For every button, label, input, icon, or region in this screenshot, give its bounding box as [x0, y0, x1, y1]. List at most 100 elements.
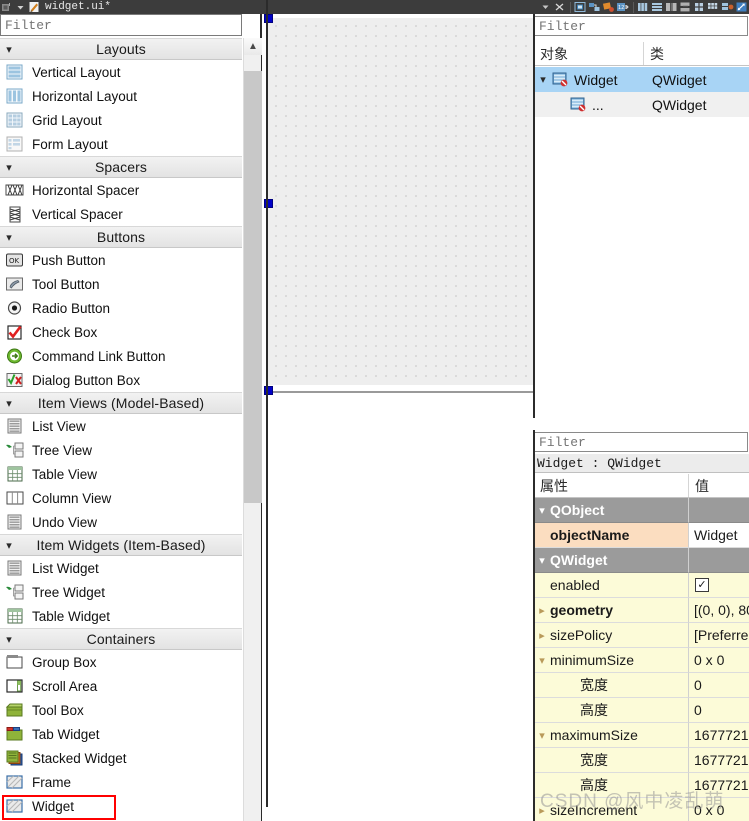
property-value-cell[interactable]: ✓ — [689, 573, 749, 598]
object-name: ... — [592, 96, 604, 113]
widget-box-item[interactable]: List Widget — [0, 556, 242, 580]
chevron-up-icon[interactable]: ▲ — [244, 38, 262, 55]
widget-box-category-header[interactable]: ▾ Item Views (Model-Based) — [0, 392, 242, 414]
property-row[interactable]: ▸ geometry [(0, 0), 80 — [534, 598, 749, 623]
chevron-down-icon[interactable]: ▾ — [534, 73, 552, 86]
widget-box-item[interactable]: Table View — [0, 462, 242, 486]
object-inspector-row[interactable]: ... QWidget — [534, 92, 749, 117]
widget-box-category-header[interactable]: ▾ Spacers — [0, 156, 242, 178]
property-row[interactable]: ▸ sizeIncrement 0 x 0 — [534, 798, 749, 821]
property-value-cell[interactable]: 0 — [689, 673, 749, 698]
chevron-down-icon[interactable]: ▾ — [0, 161, 18, 174]
object-inspector-filter-input[interactable] — [534, 16, 748, 36]
property-value-cell[interactable]: 0 x 0 — [689, 798, 749, 821]
enabled-checkbox[interactable]: ✓ — [695, 578, 709, 592]
widget-box-item[interactable]: Column View — [0, 486, 242, 510]
widget-box-item[interactable]: Group Box — [0, 650, 242, 674]
layout-splitter-h-icon[interactable] — [665, 1, 678, 13]
layout-form-icon[interactable] — [707, 1, 720, 13]
form-canvas-area[interactable] — [264, 14, 745, 821]
adjust-size-icon[interactable] — [735, 1, 748, 13]
property-row[interactable]: enabled ✓ — [534, 573, 749, 598]
property-row[interactable]: ▾ maximumSize 1677721 — [534, 723, 749, 748]
widget-box-item[interactable]: Widget — [0, 794, 242, 820]
property-row[interactable]: ▾ minimumSize 0 x 0 — [534, 648, 749, 673]
property-value-cell[interactable]: 1677721 — [689, 723, 749, 748]
property-value-cell[interactable]: Widget — [689, 523, 749, 548]
widget-box-item[interactable]: Tab Widget — [0, 722, 242, 746]
property-value-cell[interactable]: 0 x 0 — [689, 648, 749, 673]
dropdown-arrow-icon[interactable] — [14, 1, 27, 13]
property-row[interactable]: objectName Widget — [534, 523, 749, 548]
property-value-cell[interactable] — [689, 548, 749, 573]
chevron-right-icon[interactable]: ▸ — [534, 604, 550, 617]
property-row[interactable]: ▸ sizePolicy [Preferre — [534, 623, 749, 648]
chevron-down-icon[interactable]: ▾ — [534, 504, 550, 517]
layout-vertical-icon[interactable] — [651, 1, 664, 13]
break-layout-icon[interactable] — [721, 1, 734, 13]
widget-box-item[interactable]: Check Box — [0, 320, 242, 344]
widget-box-item[interactable]: Tree Widget — [0, 580, 242, 604]
chevron-down-icon[interactable]: ▾ — [534, 654, 550, 667]
property-editor-filter-input[interactable] — [534, 432, 748, 452]
property-value-cell[interactable]: 0 — [689, 698, 749, 723]
edit-signals-icon[interactable] — [588, 1, 601, 13]
widget-box-scrollbar[interactable]: ▲ — [243, 38, 262, 821]
property-row[interactable]: 高度 0 — [534, 698, 749, 723]
property-value-cell[interactable]: [(0, 0), 80 — [689, 598, 749, 623]
widget-box-item[interactable]: Stacked Widget — [0, 746, 242, 770]
widget-box-item[interactable]: Horizontal Layout — [0, 84, 242, 108]
property-row[interactable]: ▾ QWidget — [534, 548, 749, 573]
widget-box-category-header[interactable]: ▾ Containers — [0, 628, 242, 650]
widget-box-category-header[interactable]: ▾ Buttons — [0, 226, 242, 248]
property-value-cell[interactable]: [Preferre — [689, 623, 749, 648]
widget-box-item[interactable]: Frame — [0, 770, 242, 794]
edit-buddies-icon[interactable] — [602, 1, 615, 13]
property-value-cell[interactable]: 1677721 — [689, 773, 749, 798]
property-row[interactable]: 宽度 1677721 — [534, 748, 749, 773]
chevron-down-icon[interactable]: ▾ — [0, 397, 18, 410]
chevron-down-icon[interactable]: ▾ — [0, 633, 18, 646]
object-inspector-row[interactable]: ▾ Widget QWidget — [534, 67, 749, 92]
widget-box-item[interactable]: Form Layout — [0, 132, 242, 156]
widget-box-item[interactable]: Dialog Button Box — [0, 368, 242, 392]
widget-box-item[interactable]: List View — [0, 414, 242, 438]
close-icon[interactable] — [553, 1, 566, 13]
widget-box-item[interactable]: Radio Button — [0, 296, 242, 320]
layout-horizontal-icon[interactable] — [637, 1, 650, 13]
property-value-cell[interactable]: 1677721 — [689, 748, 749, 773]
widget-box-item[interactable]: Table Widget — [0, 604, 242, 628]
layout-grid-icon[interactable] — [693, 1, 706, 13]
chevron-down-icon[interactable]: ▾ — [0, 43, 18, 56]
chevron-down-icon[interactable]: ▾ — [534, 554, 550, 567]
widget-box-item[interactable]: OK Push Button — [0, 248, 242, 272]
chevron-down-icon[interactable]: ▾ — [534, 729, 550, 742]
dropdown-arrow-icon[interactable] — [539, 1, 552, 13]
chevron-right-icon[interactable]: ▸ — [534, 629, 550, 642]
widget-box-item[interactable]: Vertical Spacer — [0, 202, 242, 226]
property-row[interactable]: 宽度 0 — [534, 673, 749, 698]
chevron-right-icon[interactable]: ▸ — [534, 804, 550, 817]
widget-box-item[interactable]: Tool Button — [0, 272, 242, 296]
widget-box-item[interactable]: Horizontal Spacer — [0, 178, 242, 202]
widget-box-item[interactable]: Grid Layout — [0, 108, 242, 132]
form-canvas[interactable] — [268, 18, 533, 385]
property-row[interactable]: ▾ QObject — [534, 498, 749, 523]
widget-box-item[interactable]: Tool Box — [0, 698, 242, 722]
property-row[interactable]: 高度 1677721 — [534, 773, 749, 798]
edit-tab-order-icon[interactable]: 123 — [616, 1, 629, 13]
property-value-cell[interactable] — [689, 498, 749, 523]
chevron-down-icon[interactable]: ▾ — [0, 231, 18, 244]
widget-box-item[interactable]: Undo View — [0, 510, 242, 534]
widget-box-item[interactable]: Command Link Button — [0, 344, 242, 368]
widget-box-category-header[interactable]: ▾ Item Widgets (Item-Based) — [0, 534, 242, 556]
widget-box-filter-input[interactable] — [0, 14, 242, 36]
edit-widgets-icon[interactable] — [574, 1, 587, 13]
widget-box-item[interactable]: Vertical Layout — [0, 60, 242, 84]
widget-box-item[interactable]: Scroll Area — [0, 674, 242, 698]
scrollbar-thumb[interactable] — [244, 71, 262, 503]
widget-box-item[interactable]: Tree View — [0, 438, 242, 462]
chevron-down-icon[interactable]: ▾ — [0, 539, 18, 552]
layout-splitter-v-icon[interactable] — [679, 1, 692, 13]
widget-box-category-header[interactable]: ▾ Layouts — [0, 38, 242, 60]
